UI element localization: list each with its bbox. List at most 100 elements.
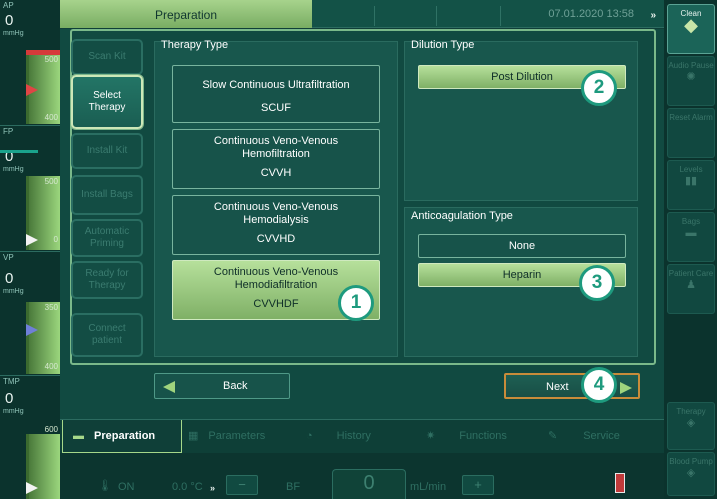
anticoag-option-none[interactable]: None — [418, 234, 626, 258]
gauge-unit: mmHg — [3, 166, 24, 173]
gauge-tick-top: 350 — [44, 303, 58, 312]
bf-unit: mL/min — [410, 481, 447, 493]
gauge-tick-bottom: 400 — [44, 113, 58, 122]
app-screen: AP 0 mmHg 500 400 FP 0 mmHg 500 0 VP 0 m… — [0, 0, 717, 499]
gauge-label: FP — [3, 127, 14, 136]
patient-icon: ♟ — [686, 279, 696, 291]
gear-icon: ✷ — [426, 430, 436, 442]
next-button[interactable]: Next — [504, 373, 640, 399]
reset-alarm-button[interactable]: Reset Alarm — [667, 108, 715, 158]
fp-pointer-icon — [26, 234, 38, 246]
step-label: Connect patient — [88, 323, 126, 346]
button-label: Blood Pump — [669, 457, 713, 466]
therapy-option-cvvhd[interactable]: Continuous Veno-Venous Hemodialysis CVVH… — [172, 195, 380, 255]
clean-button[interactable]: Clean ◆ — [667, 4, 715, 54]
levels-button[interactable]: Levels ▮▮ — [667, 160, 715, 210]
audio-pause-button[interactable]: Audio Pause ✺ — [667, 56, 715, 106]
gauge-value: 0 — [5, 270, 14, 287]
tab-parameters[interactable]: ▦ Parameters — [188, 420, 298, 453]
bottom-tabs: ▬ Preparation ▦ Parameters ◔ History ✷ Funct… — [60, 419, 664, 453]
patient-care-button[interactable]: Patient Care ♟ — [667, 264, 715, 314]
tab-label: Preparation — [94, 430, 156, 442]
step-scan-kit[interactable]: Scan Kit — [71, 39, 143, 75]
option-name: Continuous Veno-Venous Hemodialysis — [213, 201, 339, 226]
step-connect-patient[interactable]: Connect patient — [71, 313, 143, 357]
step-install-bags[interactable]: Install Bags — [71, 175, 143, 215]
sponge-icon: ◆ — [684, 15, 698, 35]
step-ready-for-therapy[interactable]: Ready for Therapy — [71, 261, 143, 299]
tab-history[interactable]: ◔ History — [306, 420, 406, 453]
step-label: Select Therapy — [88, 90, 126, 113]
step-select-therapy[interactable]: Select Therapy — [71, 75, 143, 129]
option-name: None — [508, 240, 536, 252]
temp-chevron-icon[interactable]: » — [210, 483, 215, 493]
main-panel: Scan Kit Select Therapy Install Kit Inst… — [60, 29, 664, 419]
gauge-label: TMP — [3, 377, 20, 386]
gauge-label: AP — [3, 1, 14, 10]
tab-preparation[interactable]: ▬ Preparation — [62, 420, 182, 453]
blood-pump-button[interactable]: Blood Pump ◈ — [667, 452, 715, 496]
gauge-value: 0 — [5, 12, 14, 29]
pump-icon: ◈ — [686, 467, 696, 479]
button-label: Patient Care — [668, 269, 714, 278]
expand-chevron-icon[interactable]: » — [650, 10, 656, 21]
heater-state: ON — [118, 481, 135, 493]
bags-button[interactable]: Bags ▬ — [667, 212, 715, 262]
tab-label: Service — [583, 430, 620, 442]
step-automatic-priming[interactable]: Automatic Priming — [71, 219, 143, 257]
therapy-option-cvvh[interactable]: Continuous Veno-Venous Hemofiltration CV… — [172, 129, 380, 189]
bf-label: BF — [286, 481, 301, 493]
back-arrow-icon — [163, 381, 175, 393]
button-label: Therapy — [676, 407, 706, 416]
gauge-label: VP — [3, 253, 14, 262]
step-label: Install Bags — [81, 189, 133, 200]
temperature-value: 0.0 °C — [172, 481, 203, 493]
option-abbr: SCUF — [261, 102, 291, 114]
gauge-tick-top: 600 — [44, 425, 58, 434]
divider — [500, 6, 501, 26]
option-name: Continuous Veno-Venous Hemofiltration — [213, 135, 339, 160]
step-label: Ready for Therapy — [85, 268, 129, 291]
ap-alarm-bar — [26, 50, 60, 55]
button-label: Bags — [681, 217, 701, 226]
button-label: Audio Pause — [668, 61, 714, 70]
therapy-icon: ◈ — [686, 417, 696, 429]
datetime: 07.01.2020 13:58 — [548, 8, 634, 20]
step-label: Automatic Priming — [84, 226, 130, 249]
step-label: Scan Kit — [88, 51, 126, 62]
function-column: Clean ◆ Audio Pause ✺ Reset Alarm Levels… — [664, 0, 717, 499]
bell-icon: ✺ — [686, 71, 696, 83]
back-label: Back — [223, 380, 248, 392]
option-name: Post Dilution — [491, 71, 553, 83]
bf-increase-button[interactable]: + — [462, 475, 494, 495]
tmp-gauge: TMP 0 mmHg 600 — [0, 376, 60, 499]
next-label: Next — [546, 381, 569, 393]
callout-line — [0, 150, 38, 153]
divider — [374, 6, 375, 26]
thermometer-icon: 🌡 — [98, 480, 112, 492]
bf-decrease-button[interactable]: − — [226, 475, 258, 495]
ap-pointer-icon — [26, 84, 38, 96]
option-abbr: CVVHD — [256, 233, 296, 245]
back-button[interactable]: Back — [154, 373, 290, 399]
tab-label: Functions — [459, 430, 507, 442]
option-abbr: CVVH — [260, 167, 292, 179]
therapy-button[interactable]: Therapy ◈ — [667, 402, 715, 450]
bag-icon: ▬ — [685, 227, 697, 239]
therapy-type-title: Therapy Type — [161, 39, 229, 51]
step-label: Install Kit — [86, 145, 128, 156]
button-label: Reset Alarm — [669, 113, 713, 122]
therapy-option-scuf[interactable]: Slow Continuous Ultrafiltration SCUF — [172, 65, 380, 123]
tab-label: Parameters — [208, 430, 266, 442]
tab-service[interactable]: ✎ Service — [548, 420, 658, 453]
vp-gauge: VP 0 mmHg 350 400 — [0, 252, 60, 376]
gauge-value: 0 — [5, 390, 14, 407]
tab-functions[interactable]: ✷ Functions — [426, 420, 536, 453]
step-install-kit[interactable]: Install Kit — [71, 133, 143, 169]
gauge-unit: mmHg — [3, 408, 24, 415]
gauge-tick-bottom: 0 — [53, 235, 58, 244]
vp-pointer-icon — [26, 324, 38, 336]
gauge-tick-top: 500 — [44, 177, 58, 186]
gauge-unit: mmHg — [3, 30, 24, 37]
option-name: Heparin — [502, 269, 542, 281]
